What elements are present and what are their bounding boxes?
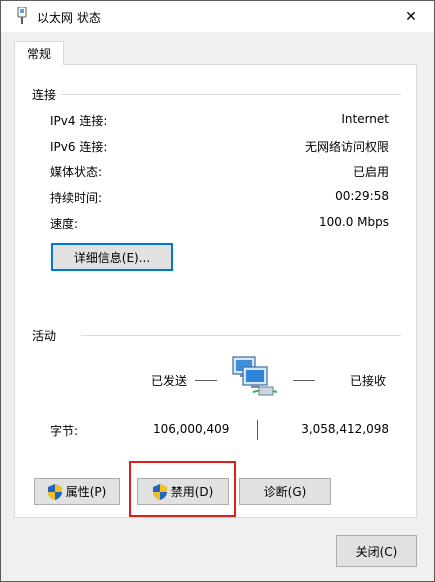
title-bar[interactable]: 以太网 状态 ✕	[1, 1, 434, 32]
network-computers-icon	[232, 356, 278, 396]
details-button[interactable]: 详细信息(E)...	[51, 243, 173, 271]
diagnose-button[interactable]: 诊断(G)	[239, 478, 331, 505]
sent-label: 已发送	[151, 374, 188, 388]
uac-shield-icon	[47, 483, 62, 500]
media-state-label: 媒体状态:	[50, 165, 103, 179]
bytes-received-value: 3,058,412,098	[301, 422, 389, 436]
received-label: 已接收	[350, 374, 387, 388]
bytes-sent-value: 106,000,409	[153, 422, 230, 436]
duration-value: 00:29:58	[335, 189, 389, 203]
bytes-separator	[257, 420, 258, 440]
ethernet-status-dialog: 以太网 状态 ✕ 常规 连接 IPv4 连接: Internet IPv6 连接…	[0, 0, 435, 582]
dialog-content: 常规 连接 IPv4 连接: Internet IPv6 连接: 无网络访问权限…	[1, 32, 434, 581]
properties-button-label: 属性(P)	[65, 485, 107, 499]
tab-general[interactable]: 常规	[14, 41, 64, 65]
window-close-button[interactable]: ✕	[388, 1, 434, 32]
sent-dash	[195, 380, 217, 381]
media-state-value: 已启用	[352, 165, 389, 179]
speed-label: 速度:	[50, 217, 79, 231]
ipv6-label: IPv6 连接:	[50, 140, 108, 154]
connection-divider	[61, 94, 401, 95]
bytes-label: 字节:	[50, 424, 79, 438]
activity-divider	[81, 335, 401, 336]
received-dash	[293, 380, 315, 381]
ipv4-label: IPv4 连接:	[50, 114, 108, 128]
ipv6-value: 无网络访问权限	[304, 140, 389, 154]
activity-section-title: 活动	[32, 329, 57, 343]
highlight-annotation	[129, 461, 236, 517]
general-tab-panel: 连接 IPv4 连接: Internet IPv6 连接: 无网络访问权限 媒体…	[14, 64, 417, 518]
close-button[interactable]: 关闭(C)	[336, 535, 417, 567]
window-title: 以太网 状态	[37, 11, 101, 25]
properties-button[interactable]: 属性(P)	[34, 478, 120, 505]
duration-label: 持续时间:	[50, 191, 103, 205]
close-icon: ✕	[405, 8, 417, 25]
connection-section-title: 连接	[32, 88, 57, 102]
speed-value: 100.0 Mbps	[318, 215, 389, 229]
ipv4-value: Internet	[341, 112, 389, 126]
network-adapter-icon	[17, 7, 27, 24]
